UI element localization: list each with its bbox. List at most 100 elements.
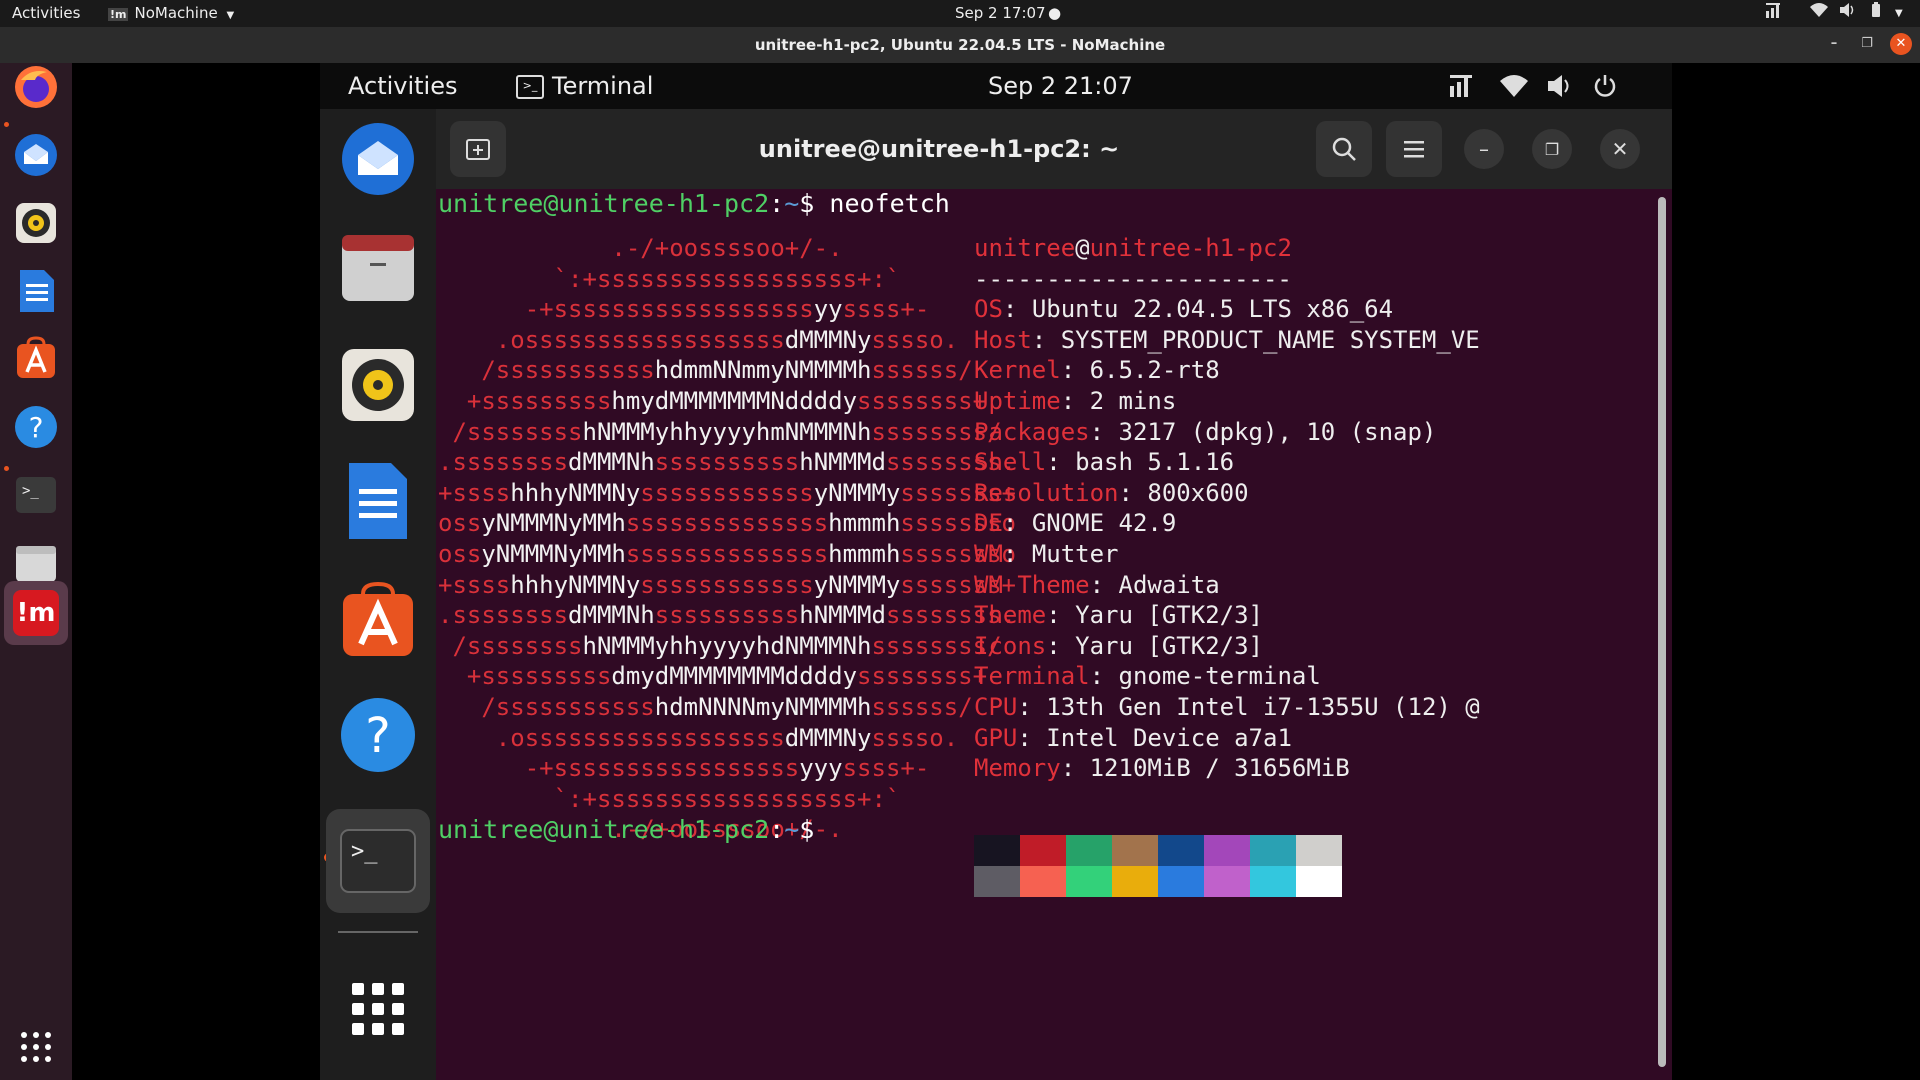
svg-text:>_: >_ (22, 483, 39, 499)
info-row: Terminal: gnome-terminal (974, 662, 1321, 691)
info-key: DE (974, 509, 1003, 538)
nx-minimize-button[interactable]: – (1823, 33, 1845, 55)
system-menu-chevron-icon[interactable]: ▼ (1895, 0, 1903, 27)
info-value: Yaru [GTK2/3] (1075, 601, 1263, 630)
remote-show-apps-grid-icon[interactable] (338, 969, 418, 1049)
logo-line: +sssshhhyNMMNyssssssssssssyNMMMysssssss+ (438, 478, 1016, 507)
logo-line: .ossssssssssssssssssdMMMNysssso. (438, 723, 959, 752)
remote-rhythmbox-icon[interactable] (338, 345, 418, 425)
remote-help-icon[interactable]: ? (338, 695, 418, 775)
host-app-name: NoMachine (134, 4, 218, 22)
app-center-icon[interactable] (12, 335, 60, 383)
info-key: CPU (974, 692, 1018, 721)
close-button[interactable]: ✕ (1600, 129, 1640, 169)
show-apps-grid-icon[interactable] (12, 1023, 60, 1071)
remote-clock[interactable]: Sep 2 21:07 (988, 63, 1133, 109)
info-value: Intel Device a7a1 (1046, 723, 1292, 752)
prompt-path: ~ (784, 189, 800, 218)
logo-line: +ssssssssshmydMMMMMMMNddddyssssssss+ (438, 386, 988, 415)
remote-files-icon[interactable] (338, 227, 418, 307)
info-separator: ---------------------- (974, 264, 1292, 293)
remote-top-bar: Activities >_ Terminal Sep 2 21:07 (320, 63, 1672, 109)
wifi-icon[interactable] (1810, 0, 1828, 27)
ubuntu-ascii-logo: .-/+oossssoo+/-. `:+ssssssssssssssssss+:… (438, 233, 1016, 845)
terminal-icon[interactable]: >_ (12, 471, 60, 519)
color-swatch (1112, 866, 1158, 897)
remote-activities-button[interactable]: Activities (348, 63, 458, 109)
rhythmbox-icon[interactable] (12, 199, 60, 247)
prompt-path: ~ (784, 815, 800, 844)
minimize-button[interactable]: – (1464, 129, 1504, 169)
nomachine-logo-text: !m (13, 590, 59, 636)
color-swatch (1066, 835, 1112, 866)
remote-desktop-view[interactable]: Activities >_ Terminal Sep 2 21:07 ? >_ … (320, 63, 1672, 1080)
info-value: gnome-terminal (1118, 662, 1321, 691)
files-icon[interactable] (12, 539, 60, 587)
info-row: Theme: Yaru [GTK2/3] (974, 601, 1263, 630)
prompt-symbol: $ (799, 189, 815, 218)
logo-line: -+ssssssssssssssssssyyssss+- (438, 295, 930, 324)
help-icon[interactable]: ? (12, 403, 60, 451)
host-app-menu[interactable]: !m NoMachine ▼ (108, 0, 234, 27)
libreoffice-writer-icon[interactable] (12, 267, 60, 315)
volume-icon[interactable] (1838, 0, 1856, 27)
info-key: GPU (974, 723, 1018, 752)
host-clock[interactable]: Sep 2 17:07 (955, 0, 1046, 27)
host-activities-button[interactable]: Activities (12, 0, 80, 27)
remote-network-icon[interactable] (1448, 73, 1474, 105)
nx-restore-button[interactable]: ❐ (1856, 33, 1878, 55)
info-row: Host: SYSTEM_PRODUCT_NAME SYSTEM_VE (974, 325, 1480, 354)
logo-line: +sssssssssdmydMMMMMMMMddddyssssssss+ (438, 662, 988, 691)
nx-close-button[interactable]: ✕ (1890, 33, 1912, 55)
thunderbird-icon[interactable] (12, 131, 60, 179)
firefox-icon[interactable] (12, 63, 60, 111)
color-swatch (1250, 866, 1296, 897)
svg-text:>_: >_ (351, 839, 378, 864)
terminal-scrollbar[interactable] (1658, 197, 1666, 1067)
logo-line: .ssssssssdMMMNhsssssssssshNMMMdssssssss. (438, 448, 1016, 477)
color-swatch (1112, 835, 1158, 866)
color-swatch (1204, 866, 1250, 897)
info-row: WM: Mutter (974, 539, 1119, 568)
battery-icon[interactable] (1870, 0, 1882, 27)
hamburger-menu-button[interactable] (1386, 121, 1442, 177)
info-value: SYSTEM_PRODUCT_NAME SYSTEM_VE (1060, 325, 1480, 354)
remote-terminal-icon[interactable]: >_ (326, 809, 430, 913)
notification-dot-icon: ● (1048, 4, 1062, 22)
logo-line: `:+ssssssssssssssssss+:` (438, 784, 901, 813)
remote-wifi-icon[interactable] (1500, 73, 1528, 105)
remote-writer-icon[interactable] (338, 461, 418, 541)
info-key: Theme (974, 601, 1047, 630)
logo-line: `:+ssssssssssssssssss+:` (438, 264, 901, 293)
maximize-button[interactable]: ❐ (1532, 129, 1572, 169)
info-row: Icons: Yaru [GTK2/3] (974, 631, 1263, 660)
info-row: DE: GNOME 42.9 (974, 509, 1177, 538)
remote-app-menu[interactable]: >_ Terminal (516, 63, 653, 109)
logo-line: ossyNMMMNyMMhsssssssssssssshmmmhssssssso (438, 539, 1016, 568)
terminal-header-bar[interactable]: unitree@unitree-h1-pc2: ~ – ❐ ✕ (436, 109, 1672, 189)
info-key: Terminal (974, 662, 1090, 691)
nomachine-icon[interactable]: !m (4, 581, 68, 645)
prompt-user-host: unitree@unitree-h1-pc2 (438, 189, 770, 218)
info-value: GNOME 42.9 (1031, 509, 1177, 538)
svg-text:?: ? (29, 411, 44, 444)
remote-app-center-icon[interactable] (338, 579, 418, 659)
search-button[interactable] (1316, 121, 1372, 177)
info-value: Yaru [GTK2/3] (1075, 631, 1263, 660)
info-row: Memory: 1210MiB / 31656MiB (974, 754, 1350, 783)
terminal-output[interactable]: unitree@unitree-h1-pc2:~$ neofetch .-/+o… (436, 189, 1672, 1080)
terminal-small-icon: >_ (516, 75, 544, 99)
logo-line: .ossssssssssssssssssdMMMNysssso. (438, 325, 959, 354)
nomachine-title-bar[interactable]: unitree-h1-pc2, Ubuntu 22.04.5 LTS - NoM… (0, 27, 1920, 63)
logo-line: /ssssssssssshdmNNNNmyNMMMMhssssss/ (438, 692, 973, 721)
info-value: 2 mins (1089, 386, 1177, 415)
network-status-icon[interactable] (1765, 0, 1783, 27)
system-info-list: unitree@unitree-h1-pc2 -----------------… (974, 233, 1480, 784)
info-key: Host (974, 325, 1032, 354)
remote-power-icon[interactable] (1592, 73, 1618, 105)
info-host: unitree-h1-pc2 (1089, 234, 1292, 262)
remote-thunderbird-icon[interactable] (338, 119, 418, 199)
color-palette (974, 835, 1342, 897)
remote-volume-icon[interactable] (1546, 73, 1574, 105)
info-key: OS (974, 295, 1003, 324)
